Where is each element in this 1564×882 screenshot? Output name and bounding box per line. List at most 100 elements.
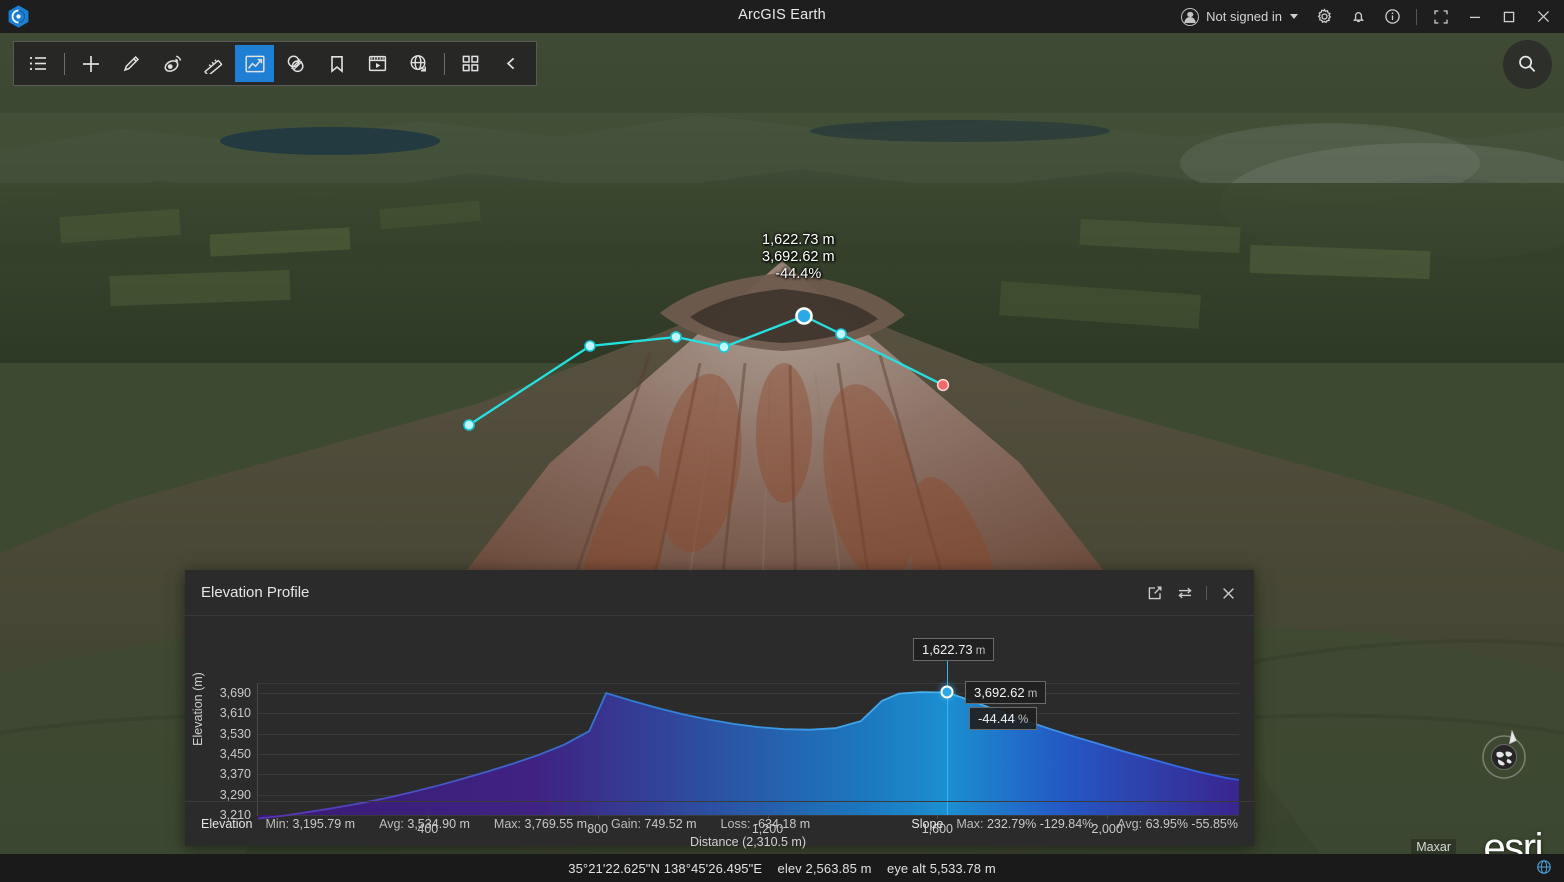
titlebar-divider: [1416, 8, 1417, 25]
chart-y-axis-label: Elevation (m): [187, 616, 209, 801]
close-window-button[interactable]: [1526, 0, 1560, 33]
toolbar-item-elevation-profile[interactable]: [235, 45, 274, 82]
map-label-elevation: 3,692.62 m: [762, 249, 835, 265]
chart-y-tick-3: 3,450: [219, 747, 251, 762]
stat-slope-avg-label: Avg:: [1117, 817, 1143, 831]
status-elevation: elev 2,563.85 m: [777, 860, 872, 876]
map-label-distance: 1,622.73 m: [762, 232, 835, 248]
swap-arrows-icon: [1178, 587, 1192, 599]
notifications-button[interactable]: [1341, 0, 1375, 33]
stat-elev-max: Max: 3,769.55 m: [494, 817, 587, 831]
satellite-orbit-icon: [164, 54, 181, 72]
chevron-left-icon: [506, 57, 515, 70]
panel-title: Elevation Profile: [201, 584, 310, 601]
account-menu[interactable]: Not signed in: [1172, 0, 1307, 33]
stat-slope-avg-value: 63.95% -55.85%: [1145, 817, 1238, 831]
stat-elev-gain-value: 749.52 m: [644, 817, 697, 831]
status-coordinates: 35°21'22.625"N 138°45'26.495"E: [568, 860, 763, 876]
panel-statistics: Elevation Min: 3,195.79 m Avg: 3,534.90 …: [185, 801, 1254, 846]
status-bar-text: 35°21'22.625"N 138°45'26.495"E elev 2,56…: [568, 861, 996, 876]
chart-cursor-handle[interactable]: [940, 685, 954, 699]
reverse-direction-button[interactable]: [1171, 579, 1199, 607]
stat-elev-gain: Gain: 749.52 m: [611, 817, 697, 831]
bookmark-icon: [330, 55, 343, 73]
imagery-credit: Maxar: [1411, 839, 1456, 855]
title-bar: ArcGIS Earth Not signed in: [0, 0, 1564, 33]
plus-icon: [82, 55, 99, 72]
toolbar-divider-1: [64, 52, 65, 75]
fullscreen-button[interactable]: [1424, 0, 1458, 33]
user-avatar-icon: [1181, 7, 1200, 26]
elevation-stats-header: Elevation: [201, 817, 253, 831]
stat-elev-avg-label: Avg:: [379, 817, 404, 831]
minimize-button[interactable]: [1458, 0, 1492, 33]
status-indicator: [1536, 859, 1554, 877]
elevation-stats: Elevation Min: 3,195.79 m Avg: 3,534.90 …: [201, 817, 834, 831]
status-eye-altitude: eye alt 5,533.78 m: [886, 860, 996, 876]
navigation-compass-icon: [1482, 729, 1526, 779]
toolbar-item-more-tools[interactable]: [451, 45, 490, 82]
elevation-profile-panel: Elevation Profile Elevation (m) 3,210 3,…: [185, 570, 1254, 849]
chart-cursor-line[interactable]: [946, 661, 949, 815]
maximize-icon: [1503, 11, 1515, 22]
elevation-area-fill: [258, 692, 1239, 819]
toolbar-collapse-button[interactable]: [492, 45, 531, 82]
chart-y-tick-4: 3,530: [219, 726, 251, 741]
arcgis-earth-window: 1,622.73 m 3,692.62 m -44.4% Maxar esri …: [0, 0, 1564, 882]
gear-icon: [1317, 8, 1331, 24]
export-share-icon: [1148, 586, 1162, 600]
tooltip-slope-unit: %: [1014, 714, 1029, 727]
toolbar-item-sketch-3d[interactable]: [153, 45, 192, 82]
globe-share-icon: [410, 55, 426, 72]
close-icon: [1222, 587, 1234, 599]
status-bar: 35°21'22.625"N 138°45'26.495"E elev 2,56…: [0, 854, 1564, 882]
fullscreen-icon: [1434, 9, 1448, 24]
toolbar-item-measure[interactable]: [194, 45, 233, 82]
close-panel-button[interactable]: [1214, 579, 1242, 607]
chart-y-tick-1: 3,290: [219, 787, 251, 802]
map-label-slope: -44.4%: [775, 266, 822, 282]
stat-elev-avg: Avg: 3,534.90 m: [379, 817, 470, 831]
stat-elev-gain-label: Gain:: [611, 817, 641, 831]
info-button[interactable]: [1375, 0, 1409, 33]
pencil-icon: [123, 55, 140, 72]
panel-header: Elevation Profile: [185, 570, 1254, 616]
tooltip-distance-value: 1,622.73: [921, 642, 973, 657]
elevation-area-series: [258, 683, 1239, 815]
toolbar-item-share-scene[interactable]: [399, 45, 438, 82]
settings-button[interactable]: [1307, 0, 1341, 33]
toolbar-item-add-data[interactable]: [71, 45, 110, 82]
globe-status-icon: [1537, 860, 1551, 874]
grid-apps-icon: [462, 55, 479, 72]
stat-elev-max-label: Max:: [493, 817, 522, 831]
search-icon: [1519, 55, 1536, 72]
maximize-button[interactable]: [1492, 0, 1526, 33]
tooltip-elevation-unit: m: [1024, 687, 1038, 700]
account-label: Not signed in: [1206, 9, 1282, 24]
stat-elev-min: Min: 3,195.79 m: [265, 817, 355, 831]
stat-elev-loss-value: -634.18 m: [753, 817, 811, 831]
toolbar-item-draw[interactable]: [112, 45, 151, 82]
stat-elev-avg-value: 3,534.90 m: [407, 817, 470, 831]
elevation-chart-plot[interactable]: 3,210 3,290 3,370 3,450 3,530 3,610 3,690 400 80…: [220, 638, 1239, 836]
measure-cursor-marker: [795, 307, 813, 325]
chevron-down-icon: [1290, 14, 1298, 19]
stat-elev-loss-label: Loss:: [720, 817, 751, 831]
stat-slope-max-value: 232.79% -129.84%: [986, 817, 1094, 831]
stat-elev-max-value: 3,769.55 m: [524, 817, 588, 831]
elevation-profile-icon: [244, 55, 265, 72]
close-icon: [1537, 10, 1549, 23]
navigation-compass[interactable]: [1476, 726, 1532, 782]
main-toolbar: [13, 41, 537, 86]
film-strip-icon: [368, 55, 387, 72]
search-button[interactable]: [1503, 40, 1552, 89]
toolbar-item-bookmarks[interactable]: [317, 45, 356, 82]
minimize-icon: [1470, 16, 1480, 18]
toolbar-item-animation[interactable]: [358, 45, 397, 82]
toolbar-item-table-of-contents[interactable]: [19, 45, 58, 82]
toolbar-item-viewshed[interactable]: [276, 45, 315, 82]
export-profile-button[interactable]: [1141, 579, 1169, 607]
stat-slope-max-label: Max:: [956, 817, 984, 831]
chart-y-tick-6: 3,690: [219, 686, 251, 701]
stat-slope-avg: Avg: 63.95% -55.85%: [1117, 817, 1238, 831]
